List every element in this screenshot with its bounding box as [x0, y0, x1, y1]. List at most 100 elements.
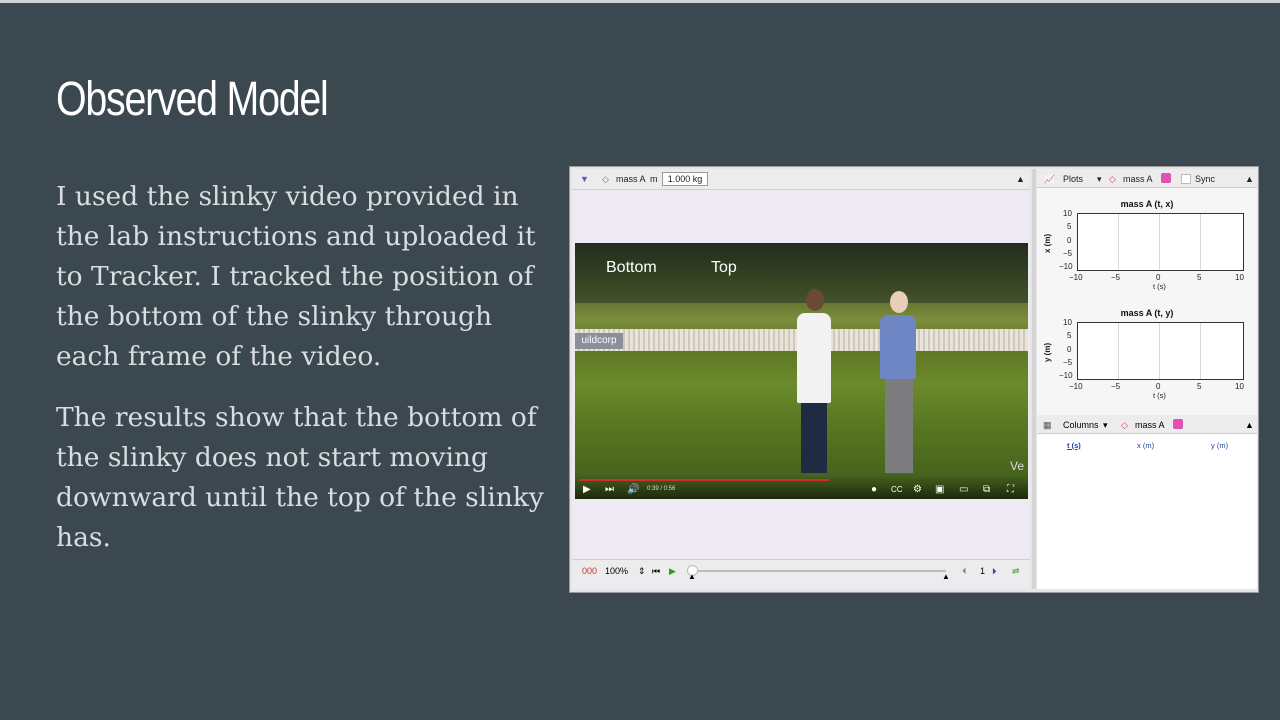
y-tick: −10 — [1059, 371, 1073, 380]
x-tick: 0 — [1156, 382, 1161, 391]
x-axis-label: t (s) — [1153, 391, 1166, 400]
miniplayer-icon[interactable]: ▣ — [935, 484, 944, 495]
person-right-head — [890, 291, 908, 313]
frame-slider[interactable] — [692, 570, 946, 572]
plot-area[interactable] — [1077, 322, 1244, 380]
plot-pane: 📈 Plots ▾ ◇ mass A Sync ▲ mass A (t, x) … — [1037, 169, 1257, 589]
sync-label: Sync — [1195, 174, 1216, 184]
plots-menu[interactable]: Plots — [1063, 174, 1083, 184]
point-mass-icon: ◇ — [1121, 420, 1128, 430]
collapse-icon[interactable]: ▲ — [1016, 174, 1025, 184]
autoplay-icon[interactable]: ● — [871, 484, 877, 495]
point-mass-icon: ◇ — [602, 174, 609, 184]
plots-toolbar: 📈 Plots ▾ ◇ mass A Sync ▲ — [1037, 169, 1257, 188]
x-tick: 5 — [1197, 273, 1202, 282]
x-tick: 10 — [1235, 273, 1244, 282]
plots-track-name[interactable]: mass A — [1123, 174, 1153, 184]
person-left-legs — [801, 391, 827, 473]
y-tick: 5 — [1067, 222, 1072, 231]
chevron-down-icon[interactable]: ▾ — [1103, 420, 1108, 431]
x-axis-label: t (s) — [1153, 282, 1166, 291]
table-toolbar: ▦ Columns ▾ ◇ mass A ▲ — [1037, 415, 1257, 434]
label-top: Top — [711, 259, 737, 276]
track-menu-icon[interactable]: ▼ — [580, 174, 589, 184]
y-tick: 10 — [1063, 318, 1072, 327]
point-mass-icon: ◇ — [1109, 174, 1116, 184]
loop-icon[interactable]: ⇌ — [1012, 566, 1020, 577]
y-tick: 10 — [1063, 209, 1072, 218]
end-marker-icon[interactable]: ▲ — [942, 572, 950, 581]
plot-area[interactable] — [1077, 213, 1244, 271]
frame-counter[interactable]: 000 — [582, 566, 597, 576]
table-track-name[interactable]: mass A — [1135, 420, 1165, 430]
column-header-y[interactable]: y (m) — [1211, 441, 1228, 450]
sync-checkbox[interactable] — [1181, 174, 1191, 184]
y-axis-label: y (m) — [1043, 342, 1052, 362]
video-time: 0:39 / 0:56 — [647, 486, 676, 492]
track-selector-icon[interactable] — [1161, 173, 1171, 183]
label-bottom: Bottom — [606, 259, 657, 276]
volume-icon[interactable]: 🔊 — [627, 484, 639, 495]
next-icon[interactable]: ⏭ — [605, 484, 614, 495]
play-icon[interactable]: ▶ — [583, 484, 591, 495]
settings-icon[interactable]: ⚙ — [913, 484, 922, 495]
reset-icon[interactable]: ⏮ — [652, 566, 660, 577]
video-frame[interactable]: uildcorp Bottom Top Ve ▶ ⏭ 🔊 0:39 / 0:56… — [575, 243, 1028, 499]
y-tick: 0 — [1067, 345, 1072, 354]
video-controls: ▶ ⏭ 🔊 0:39 / 0:56 ● CC ⚙ ▣ ▭ ⧉ ⛶ — [575, 475, 1028, 499]
start-marker-icon[interactable]: ▲ — [688, 572, 696, 581]
x-tick: 5 — [1197, 382, 1202, 391]
banner-sign: uildcorp — [575, 333, 623, 349]
collapse-icon[interactable]: ▲ — [1245, 420, 1254, 430]
captions-icon[interactable]: CC — [891, 485, 903, 494]
step-back-icon[interactable]: ⏴ — [962, 566, 967, 577]
column-header-x[interactable]: x (m) — [1137, 441, 1154, 450]
x-tick: 10 — [1235, 382, 1244, 391]
fullscreen-icon[interactable]: ⛶ — [1007, 484, 1014, 495]
track-selector-icon[interactable] — [1173, 419, 1183, 429]
columns-menu[interactable]: Columns — [1063, 420, 1099, 430]
video-progress[interactable] — [579, 479, 829, 481]
theater-icon[interactable]: ▭ — [959, 484, 968, 495]
paragraph-method: I used the slinky video provided in the … — [56, 181, 536, 372]
video-watermark: Ve — [1009, 459, 1024, 473]
plot-title: mass A (t, y) — [1120, 308, 1174, 318]
person-left-head — [806, 289, 824, 311]
column-header-t[interactable]: t (s) — [1067, 441, 1081, 450]
tracker-window: ▼ ◇ mass A m 1.000 kg ▲ uildcorp Bottom … — [569, 166, 1259, 593]
top-border — [0, 0, 1280, 3]
x-tick: −5 — [1111, 273, 1121, 282]
zoom-stepper-icon[interactable]: ⇕ — [638, 566, 646, 577]
player-bar: 000 100% ⇕ ⏮ ▶ ▲ ▲ ⏴ 1 ⏵ ⇌ — [572, 559, 1030, 582]
y-tick: −5 — [1063, 249, 1073, 258]
chevron-down-icon[interactable]: ▾ — [1097, 174, 1102, 185]
plot-icon: 📈 — [1044, 174, 1056, 184]
cast-icon[interactable]: ⧉ — [983, 484, 990, 495]
y-axis-label: x (m) — [1043, 233, 1052, 253]
mass-label: m — [650, 174, 658, 184]
pane-divider[interactable] — [1032, 169, 1036, 589]
mass-field[interactable]: 1.000 kg — [662, 172, 708, 186]
plot-title: mass A (t, x) — [1120, 199, 1174, 209]
data-table: ▦ Columns ▾ ◇ mass A ▲ t (s) x (m) y (m) — [1037, 415, 1257, 589]
person-right-legs — [885, 377, 913, 473]
person-left — [797, 313, 831, 403]
collapse-icon[interactable]: ▲ — [1245, 174, 1254, 184]
x-tick: 0 — [1156, 273, 1161, 282]
track-name[interactable]: mass A — [616, 174, 646, 184]
y-tick: −10 — [1059, 262, 1073, 271]
step-forward-icon[interactable]: ⏵ — [992, 566, 997, 577]
zoom-level[interactable]: 100% — [605, 566, 628, 576]
y-tick: 0 — [1067, 236, 1072, 245]
y-tick: 5 — [1067, 331, 1072, 340]
person-right — [880, 315, 916, 379]
slide-title: Observed Model — [56, 73, 329, 126]
x-tick: −10 — [1069, 273, 1083, 282]
x-tick: −5 — [1111, 382, 1121, 391]
x-tick: −10 — [1069, 382, 1083, 391]
table-icon: ▦ — [1043, 420, 1052, 430]
step-size[interactable]: 1 — [980, 566, 985, 576]
play-button-icon[interactable]: ▶ — [669, 566, 676, 577]
paragraph-results: The results show that the bottom of the … — [56, 402, 544, 553]
video-toolbar: ▼ ◇ mass A m 1.000 kg ▲ — [572, 169, 1030, 190]
